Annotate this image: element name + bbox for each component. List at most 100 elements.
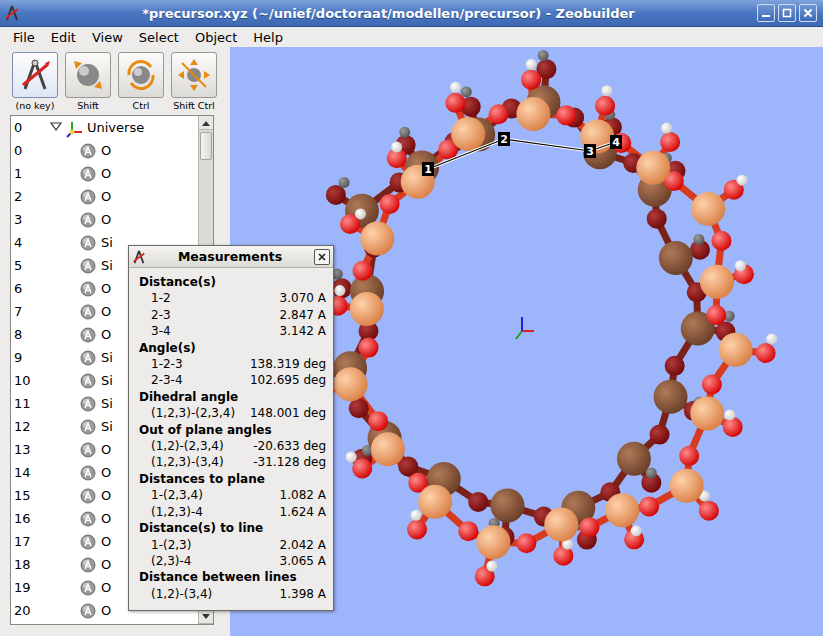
atom[interactable] bbox=[660, 132, 680, 152]
atom[interactable] bbox=[360, 221, 394, 255]
tree-row[interactable]: 0O bbox=[11, 139, 198, 162]
atom[interactable] bbox=[450, 82, 461, 93]
atom[interactable] bbox=[665, 356, 685, 376]
title-bar[interactable]: *precursor.xyz (~/unief/doctoraat/modell… bbox=[0, 0, 823, 27]
atom[interactable] bbox=[719, 333, 753, 367]
atom[interactable] bbox=[647, 209, 667, 229]
atom[interactable] bbox=[326, 185, 346, 205]
atom[interactable] bbox=[690, 396, 724, 430]
atom[interactable] bbox=[702, 375, 722, 395]
atom[interactable] bbox=[339, 177, 350, 188]
atom[interactable] bbox=[579, 517, 599, 537]
scroll-down-icon[interactable] bbox=[199, 610, 213, 624]
atom[interactable] bbox=[735, 260, 746, 271]
atom[interactable] bbox=[476, 525, 510, 559]
atom[interactable] bbox=[332, 278, 352, 298]
tool-button[interactable] bbox=[12, 52, 58, 98]
atom[interactable] bbox=[724, 409, 735, 420]
menu-item[interactable]: File bbox=[6, 30, 42, 45]
minimize-button[interactable] bbox=[757, 4, 775, 22]
maximize-button[interactable] bbox=[778, 4, 796, 22]
atom[interactable] bbox=[334, 285, 345, 296]
atom[interactable] bbox=[399, 127, 410, 138]
atom[interactable] bbox=[650, 425, 670, 445]
atom[interactable] bbox=[723, 417, 743, 437]
tool-button[interactable] bbox=[171, 52, 217, 98]
dialog-title-bar[interactable]: Measurements bbox=[129, 246, 333, 268]
tool-button[interactable] bbox=[65, 52, 111, 98]
close-button[interactable] bbox=[799, 4, 817, 22]
tree-row[interactable]: 0Universe bbox=[11, 116, 198, 139]
atom[interactable] bbox=[691, 192, 725, 226]
atom[interactable] bbox=[679, 446, 699, 466]
atom[interactable] bbox=[659, 241, 693, 275]
atom[interactable] bbox=[445, 93, 465, 113]
atom[interactable] bbox=[371, 432, 405, 466]
atom[interactable] bbox=[756, 343, 776, 363]
atom[interactable] bbox=[654, 380, 688, 414]
atom[interactable] bbox=[617, 442, 651, 476]
atom[interactable] bbox=[451, 117, 485, 151]
atom[interactable] bbox=[661, 123, 672, 134]
atom[interactable] bbox=[346, 452, 357, 463]
atom[interactable] bbox=[636, 151, 670, 185]
selection-marker[interactable]: 4 bbox=[610, 135, 622, 149]
atom[interactable] bbox=[334, 367, 368, 401]
menu-item[interactable]: Object bbox=[188, 30, 244, 45]
atom[interactable] bbox=[368, 411, 388, 431]
atom-icon bbox=[80, 350, 96, 366]
atom[interactable] bbox=[601, 85, 612, 96]
menu-item[interactable]: Edit bbox=[44, 30, 83, 45]
scroll-thumb[interactable] bbox=[200, 132, 212, 160]
atom[interactable] bbox=[699, 501, 719, 521]
atom[interactable] bbox=[526, 59, 537, 70]
atom[interactable] bbox=[700, 265, 734, 299]
atom[interactable] bbox=[380, 194, 400, 214]
tool-button[interactable] bbox=[118, 52, 164, 98]
atom[interactable] bbox=[766, 333, 777, 344]
atom[interactable] bbox=[489, 104, 509, 124]
atom[interactable] bbox=[486, 561, 497, 572]
atom[interactable] bbox=[458, 521, 478, 541]
atom[interactable] bbox=[359, 338, 379, 358]
atom[interactable] bbox=[516, 533, 536, 553]
menu-item[interactable]: Select bbox=[132, 30, 186, 45]
atom[interactable] bbox=[605, 493, 639, 527]
scroll-up-icon[interactable] bbox=[199, 116, 213, 130]
atom[interactable] bbox=[468, 492, 488, 512]
measure-row: 1-23.070 A bbox=[139, 290, 326, 306]
atom[interactable] bbox=[490, 489, 524, 523]
atom[interactable] bbox=[352, 458, 372, 478]
menu-item[interactable]: View bbox=[85, 30, 130, 45]
atom[interactable] bbox=[544, 508, 578, 542]
atom[interactable] bbox=[418, 485, 452, 519]
atom[interactable] bbox=[670, 469, 704, 503]
atom[interactable] bbox=[646, 468, 657, 479]
atom[interactable] bbox=[711, 231, 731, 251]
atom[interactable] bbox=[350, 292, 384, 326]
atom[interactable] bbox=[391, 142, 402, 153]
atom[interactable] bbox=[737, 175, 748, 186]
atom[interactable] bbox=[516, 97, 550, 131]
atom[interactable] bbox=[706, 305, 726, 325]
selection-marker[interactable]: 1 bbox=[422, 162, 434, 176]
dialog-close-button[interactable] bbox=[314, 249, 330, 265]
menu-item[interactable]: Help bbox=[246, 30, 290, 45]
selection-marker[interactable]: 3 bbox=[584, 144, 596, 158]
atom[interactable] bbox=[411, 510, 422, 521]
selection-marker[interactable]: 2 bbox=[498, 132, 510, 146]
atom[interactable] bbox=[521, 70, 541, 90]
atom[interactable] bbox=[595, 96, 615, 116]
atom[interactable] bbox=[631, 525, 642, 536]
tree-row[interactable]: 2O bbox=[11, 185, 198, 208]
atom[interactable] bbox=[355, 208, 366, 219]
atom[interactable] bbox=[639, 496, 659, 516]
tree-row[interactable]: 1O bbox=[11, 162, 198, 185]
atom[interactable] bbox=[693, 234, 704, 245]
tree-row[interactable]: 3O bbox=[11, 208, 198, 231]
atom[interactable] bbox=[538, 50, 549, 61]
atom[interactable] bbox=[407, 519, 427, 539]
atom[interactable] bbox=[556, 105, 576, 125]
atom[interactable] bbox=[353, 261, 373, 281]
expander-icon[interactable] bbox=[50, 120, 64, 135]
